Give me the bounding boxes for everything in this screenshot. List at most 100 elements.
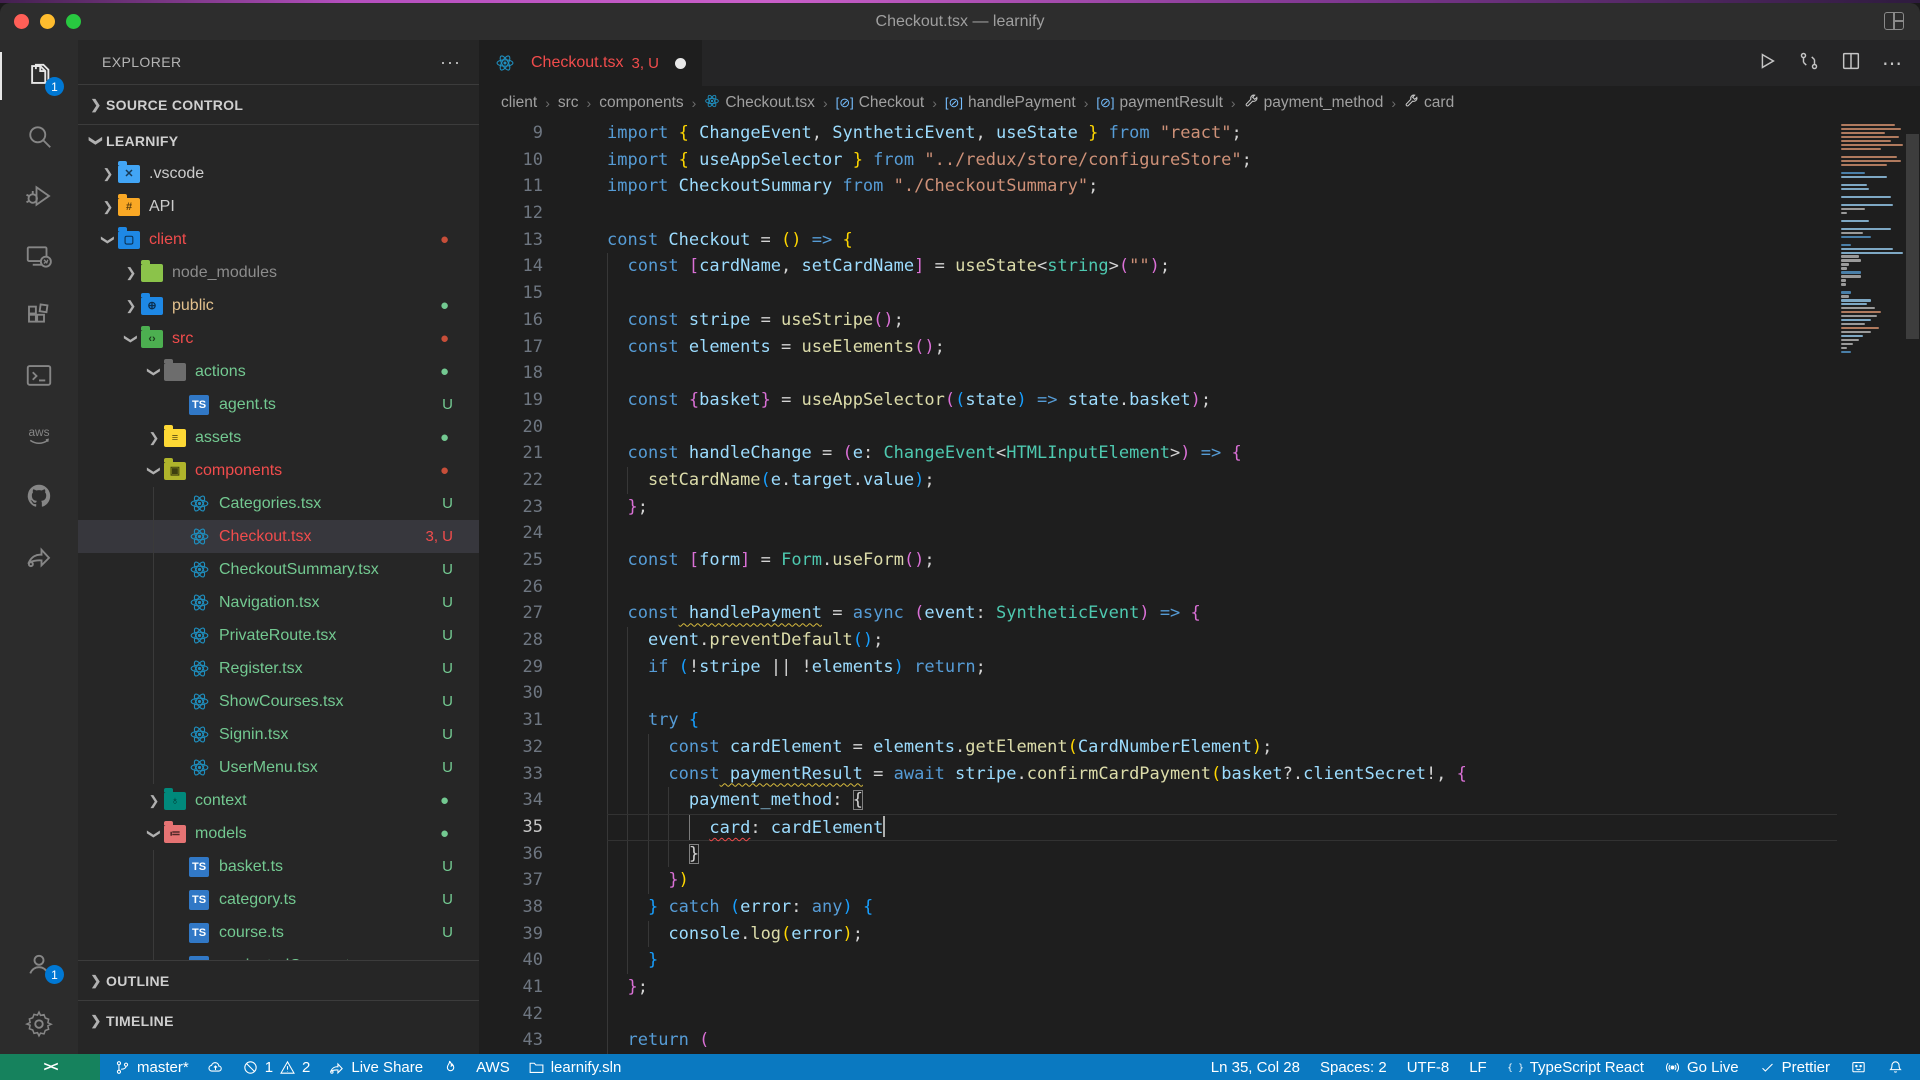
tab-checkout-tsx[interactable]: Checkout.tsx 3, U bbox=[479, 40, 703, 86]
code-line-40[interactable]: 40 } bbox=[479, 947, 1837, 974]
code-line-26[interactable]: 26 bbox=[479, 573, 1837, 601]
breadcrumb-item-Checkout.tsx[interactable]: Checkout.tsx bbox=[704, 93, 815, 114]
activity-remote-explorer-icon[interactable] bbox=[0, 226, 78, 286]
close-window-button[interactable] bbox=[14, 14, 29, 29]
code-line-38[interactable]: 38 } catch (error: any) { bbox=[479, 893, 1837, 921]
tree-folder-assets[interactable]: ❯ ≡ assets ● bbox=[78, 421, 479, 454]
status-indentation[interactable]: Spaces: 2 bbox=[1320, 1059, 1387, 1076]
code-line-9[interactable]: 9 import { ChangeEvent, SyntheticEvent, u… bbox=[479, 120, 1837, 147]
code-line-39[interactable]: 39 console.log(error); bbox=[479, 920, 1837, 948]
status-prettier[interactable]: Prettier bbox=[1759, 1059, 1830, 1076]
status-feedback[interactable] bbox=[1850, 1059, 1867, 1076]
tree-file-ShowCourses.tsx[interactable]: ShowCourses.tsx U bbox=[78, 685, 479, 718]
status-notifications[interactable] bbox=[1887, 1059, 1904, 1076]
tree-file-Checkout.tsx[interactable]: Checkout.tsx 3, U bbox=[78, 520, 479, 553]
breadcrumb-item-client[interactable]: client bbox=[501, 94, 537, 112]
tree-folder-components[interactable]: ❯ ▣ components ● bbox=[78, 454, 479, 487]
status-branch[interactable]: master* bbox=[114, 1059, 189, 1076]
code-line-17[interactable]: 17 const elements = useElements(); bbox=[479, 333, 1837, 361]
tree-folder-.vscode[interactable]: ❯ ✕ .vscode bbox=[78, 157, 479, 190]
activity-search-icon[interactable] bbox=[0, 106, 78, 166]
tree-folder-models[interactable]: ❯ ≔ models ● bbox=[78, 817, 479, 850]
status-problems[interactable]: 12 bbox=[242, 1059, 310, 1076]
code-line-27[interactable]: 27 const handlePayment = async (event: S… bbox=[479, 600, 1837, 628]
code-line-25[interactable]: 25 const [form] = Form.useForm(); bbox=[479, 547, 1837, 574]
code-line-30[interactable]: 30 bbox=[479, 680, 1837, 708]
breadcrumb-item-card[interactable]: card bbox=[1404, 93, 1454, 113]
section-source-control[interactable]: ❯ SOURCE CONTROL bbox=[78, 84, 479, 124]
tree-file-agent.ts[interactable]: TS agent.ts U bbox=[78, 388, 479, 421]
tree-file-PrivateRoute.tsx[interactable]: PrivateRoute.tsx U bbox=[78, 619, 479, 652]
tree-folder-API[interactable]: ❯ # API bbox=[78, 190, 479, 223]
code-line-15[interactable]: 15 bbox=[479, 280, 1837, 307]
breadcrumb-item-payment_method[interactable]: payment_method bbox=[1244, 93, 1383, 113]
status-go-live[interactable]: Go Live bbox=[1664, 1059, 1739, 1076]
breadcrumb-item-components[interactable]: components bbox=[599, 94, 683, 112]
tree-file-Register.tsx[interactable]: Register.tsx U bbox=[78, 652, 479, 685]
section-timeline[interactable]: ❯ TIMELINE bbox=[78, 1000, 479, 1040]
activity-accounts-icon[interactable]: 1 bbox=[0, 934, 78, 994]
code-line-14[interactable]: 14 const [cardName, setCardName] = useSt… bbox=[479, 253, 1837, 281]
status-language-mode[interactable]: { } TypeScript React bbox=[1507, 1059, 1644, 1076]
code-editor[interactable]: 9 import { ChangeEvent, SyntheticEvent, u… bbox=[479, 120, 1920, 1054]
tree-folder-actions[interactable]: ❯ actions ● bbox=[78, 355, 479, 388]
breadcrumb-item-paymentResult[interactable]: [⊘] paymentResult bbox=[1096, 94, 1223, 112]
activity-terminal-icon[interactable] bbox=[0, 346, 78, 406]
code-line-42[interactable]: 42 bbox=[479, 1000, 1837, 1028]
activity-aws-icon[interactable]: aws bbox=[0, 406, 78, 466]
run-code-icon[interactable] bbox=[1756, 50, 1778, 77]
customize-layout-icon[interactable] bbox=[1884, 12, 1904, 30]
status-flame[interactable] bbox=[441, 1059, 458, 1076]
code-line-41[interactable]: 41 }; bbox=[479, 974, 1837, 1001]
code-line-43[interactable]: 43 return ( bbox=[479, 1027, 1837, 1054]
code-line-20[interactable]: 20 bbox=[479, 413, 1837, 441]
code-line-28[interactable]: 28 event.preventDefault(); bbox=[479, 627, 1837, 654]
breadcrumb-item-handlePayment[interactable]: [⊘] handlePayment bbox=[945, 94, 1076, 112]
open-changes-icon[interactable] bbox=[1798, 50, 1820, 77]
tree-file-category.ts[interactable]: TS category.ts U bbox=[78, 883, 479, 916]
code-line-32[interactable]: 32 const cardElement = elements.getEleme… bbox=[479, 733, 1837, 761]
activity-live-share-icon[interactable] bbox=[0, 526, 78, 586]
tree-file-basket.ts[interactable]: TS basket.ts U bbox=[78, 850, 479, 883]
activity-extensions-icon[interactable] bbox=[0, 286, 78, 346]
code-line-24[interactable]: 24 bbox=[479, 520, 1837, 547]
code-line-21[interactable]: 21 const handleChange = (e: ChangeEvent<… bbox=[479, 440, 1837, 467]
status-solution[interactable]: learnify.sln bbox=[528, 1059, 621, 1076]
code-line-10[interactable]: 10 import { useAppSelector } from "../red… bbox=[479, 147, 1837, 174]
code-line-34[interactable]: 34 payment_method: { bbox=[479, 787, 1837, 814]
code-line-33[interactable]: 33 const paymentResult = await stripe.co… bbox=[479, 760, 1837, 788]
minimap[interactable] bbox=[1837, 120, 1905, 1054]
explorer-more-actions-icon[interactable]: ··· bbox=[440, 52, 461, 73]
activity-settings-icon[interactable] bbox=[0, 994, 78, 1054]
code-line-16[interactable]: 16 const stripe = useStripe(); bbox=[479, 306, 1837, 334]
more-actions-icon[interactable]: ⋯ bbox=[1882, 51, 1902, 76]
section-workspace[interactable]: ❯ LEARNIFY bbox=[78, 124, 479, 157]
tree-file-UserMenu.tsx[interactable]: UserMenu.tsx U bbox=[78, 751, 479, 784]
breadcrumb-item-src[interactable]: src bbox=[558, 94, 579, 112]
activity-run-debug-icon[interactable] bbox=[0, 166, 78, 226]
code-line-35[interactable]: 35 card: cardElement bbox=[479, 813, 1837, 841]
split-editor-icon[interactable] bbox=[1840, 50, 1862, 77]
status-sync[interactable] bbox=[207, 1059, 224, 1076]
code-line-18[interactable]: 18 bbox=[479, 360, 1837, 387]
tree-folder-context[interactable]: ❯ ♁ context ● bbox=[78, 784, 479, 817]
status-eol[interactable]: LF bbox=[1469, 1059, 1487, 1076]
tree-file-CheckoutSummary.tsx[interactable]: CheckoutSummary.tsx U bbox=[78, 553, 479, 586]
section-outline[interactable]: ❯ OUTLINE bbox=[78, 960, 479, 1000]
tree-folder-src[interactable]: ❯ ‹› src ● bbox=[78, 322, 479, 355]
status-encoding[interactable]: UTF-8 bbox=[1407, 1059, 1450, 1076]
tree-folder-node_modules[interactable]: ❯ node_modules bbox=[78, 256, 479, 289]
status-live-share[interactable]: Live Share bbox=[328, 1059, 423, 1076]
minimize-window-button[interactable] bbox=[40, 14, 55, 29]
activity-github-icon[interactable] bbox=[0, 466, 78, 526]
status-aws[interactable]: AWS bbox=[476, 1059, 510, 1076]
tree-file-Categories.tsx[interactable]: Categories.tsx U bbox=[78, 487, 479, 520]
code-line-37[interactable]: 37 }) bbox=[479, 867, 1837, 894]
code-line-23[interactable]: 23 }; bbox=[479, 493, 1837, 521]
code-line-11[interactable]: 11 import CheckoutSummary from "./Checkou… bbox=[479, 173, 1837, 200]
editor-scrollbar[interactable] bbox=[1905, 120, 1920, 1054]
tree-folder-public[interactable]: ❯ ⊕ public ● bbox=[78, 289, 479, 322]
status-cursor-position[interactable]: Ln 35, Col 28 bbox=[1211, 1059, 1300, 1076]
code-line-13[interactable]: 13 const Checkout = () => { bbox=[479, 227, 1837, 254]
activity-explorer-icon[interactable]: 1 bbox=[0, 46, 78, 106]
